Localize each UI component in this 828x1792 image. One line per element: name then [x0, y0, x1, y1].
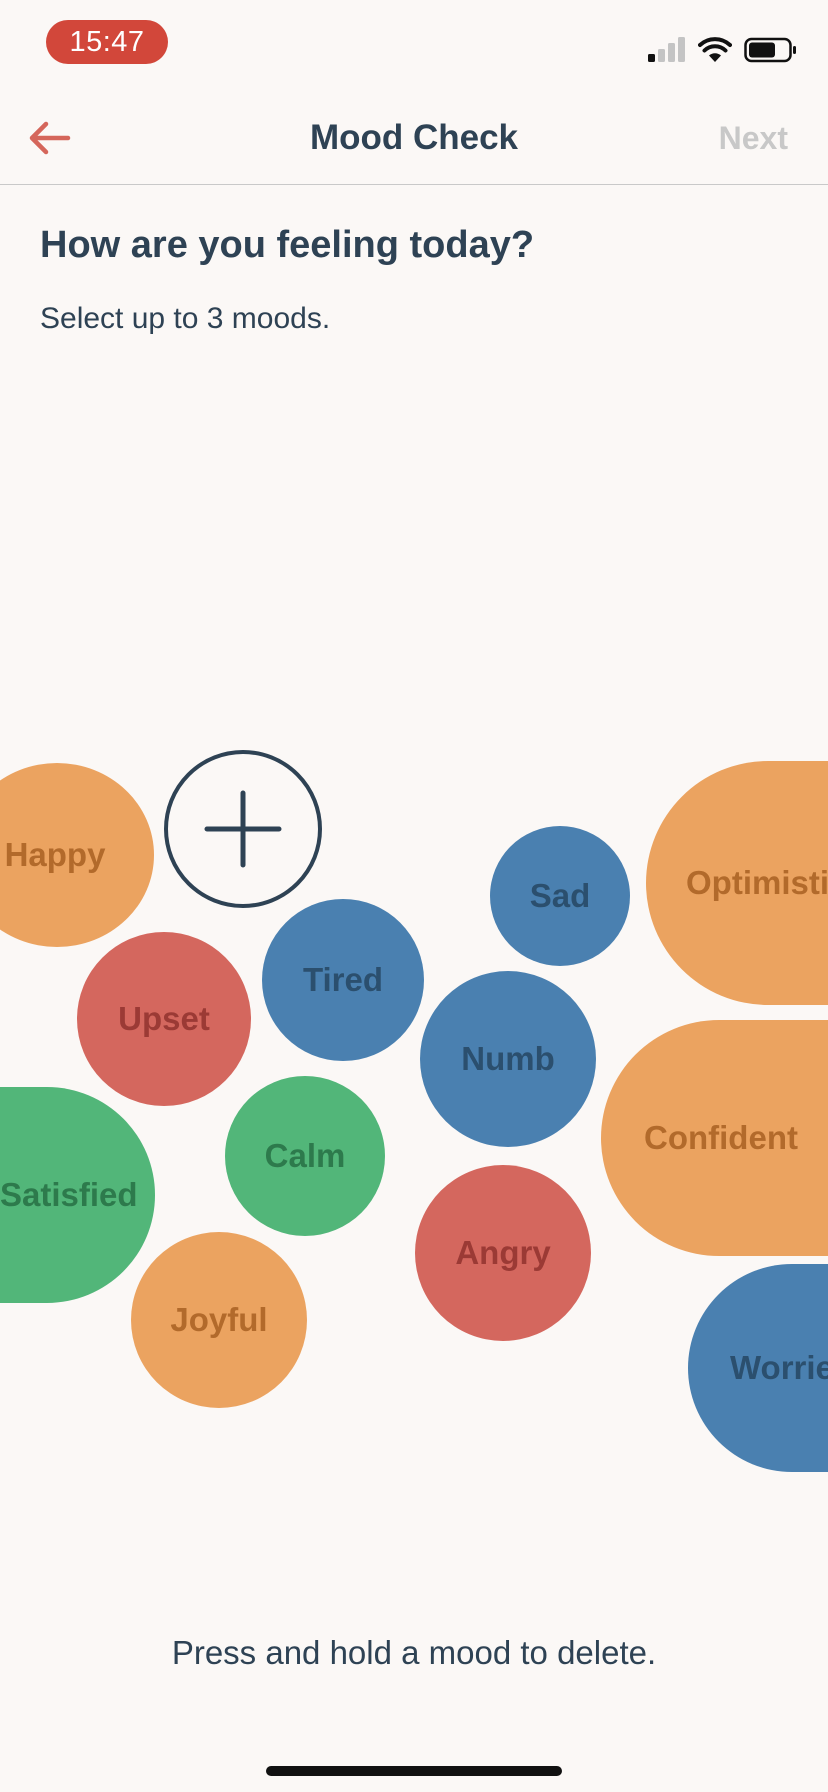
mood-label: Tired [302, 961, 384, 998]
plus-icon [204, 790, 282, 868]
mood-bubble-joyful[interactable]: Joyful [131, 1232, 307, 1408]
mood-bubble-happy[interactable]: Happy [0, 763, 154, 947]
mood-label: Satisfied [0, 1176, 138, 1213]
mood-bubble-worried[interactable]: Worried [688, 1264, 828, 1472]
mood-label: Sad [529, 877, 591, 914]
mood-label: Happy [4, 836, 106, 873]
mood-bubble-optimistic[interactable]: Optimistic [646, 761, 828, 1005]
mood-label: Upset [118, 1000, 210, 1037]
mood-bubble-tired[interactable]: Tired [262, 899, 424, 1061]
mood-bubble-satisfied[interactable]: Satisfied [0, 1087, 155, 1303]
mood-label: Confident [644, 1119, 798, 1156]
mood-bubble-calm[interactable]: Calm [225, 1076, 385, 1236]
mood-label: Optimistic [686, 864, 828, 901]
mood-bubble-angry[interactable]: Angry [415, 1165, 591, 1341]
add-mood-button[interactable] [164, 750, 322, 908]
mood-label: Numb [461, 1040, 555, 1077]
mood-bubble-confident[interactable]: Confident [601, 1020, 828, 1256]
mood-bubble-upset[interactable]: Upset [77, 932, 251, 1106]
mood-bubble-numb[interactable]: Numb [420, 971, 596, 1147]
mood-bubble-area: Happy Sad Optimistic Tired Upset Numb Co… [0, 0, 828, 1792]
mood-label: Worried [730, 1349, 828, 1386]
mood-label: Angry [455, 1234, 551, 1271]
mood-label: Calm [264, 1137, 346, 1174]
mood-label: Joyful [170, 1301, 268, 1338]
home-indicator[interactable] [266, 1766, 562, 1776]
delete-hint: Press and hold a mood to delete. [171, 1634, 657, 1671]
mood-bubble-sad[interactable]: Sad [490, 826, 630, 966]
